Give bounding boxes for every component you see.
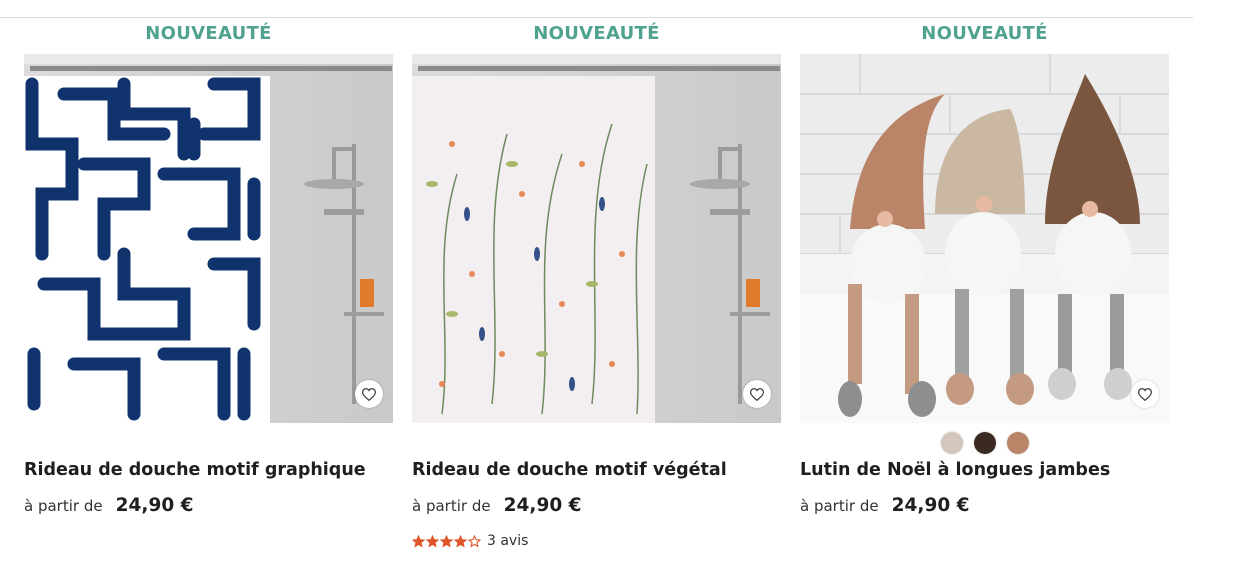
rating[interactable]: 3 avis — [412, 533, 528, 549]
color-swatch[interactable] — [973, 432, 996, 454]
new-badge: NOUVEAUTÉ — [921, 23, 1048, 44]
color-swatch[interactable] — [1006, 432, 1029, 454]
star-icon — [426, 534, 439, 547]
price-row: à partir de 24,90 € — [24, 495, 194, 516]
review-count[interactable]: 3 avis — [487, 533, 528, 549]
star-rating — [412, 534, 481, 548]
favorite-button[interactable] — [743, 380, 771, 408]
star-icon — [412, 534, 425, 547]
star-icon — [468, 534, 481, 547]
price-row: à partir de 24,90 € — [412, 495, 582, 516]
price-prefix: à partir de — [412, 497, 491, 515]
favorite-button[interactable] — [355, 380, 383, 408]
product-title[interactable]: Rideau de douche motif végétal — [412, 460, 727, 480]
top-divider — [0, 17, 1193, 18]
heart-outline-icon — [750, 387, 764, 401]
color-swatch[interactable] — [940, 432, 963, 454]
favorite-button[interactable] — [1131, 380, 1159, 408]
star-icon — [454, 534, 467, 547]
price-row: à partir de 24,90 € — [800, 495, 970, 516]
product-image[interactable] — [412, 54, 781, 423]
price-prefix: à partir de — [24, 497, 103, 515]
product-image[interactable] — [800, 54, 1169, 423]
price: 24,90 € — [503, 495, 582, 516]
new-badge: NOUVEAUTÉ — [533, 23, 660, 44]
product-image[interactable] — [24, 54, 393, 423]
new-badge: NOUVEAUTÉ — [145, 23, 272, 44]
price: 24,90 € — [115, 495, 194, 516]
heart-outline-icon — [362, 387, 376, 401]
price: 24,90 € — [891, 495, 970, 516]
heart-outline-icon — [1138, 387, 1152, 401]
product-title[interactable]: Rideau de douche motif graphique — [24, 460, 366, 480]
price-prefix: à partir de — [800, 497, 879, 515]
color-swatches — [800, 432, 1169, 454]
product-title[interactable]: Lutin de Noël à longues jambes — [800, 460, 1110, 480]
star-icon — [440, 534, 453, 547]
